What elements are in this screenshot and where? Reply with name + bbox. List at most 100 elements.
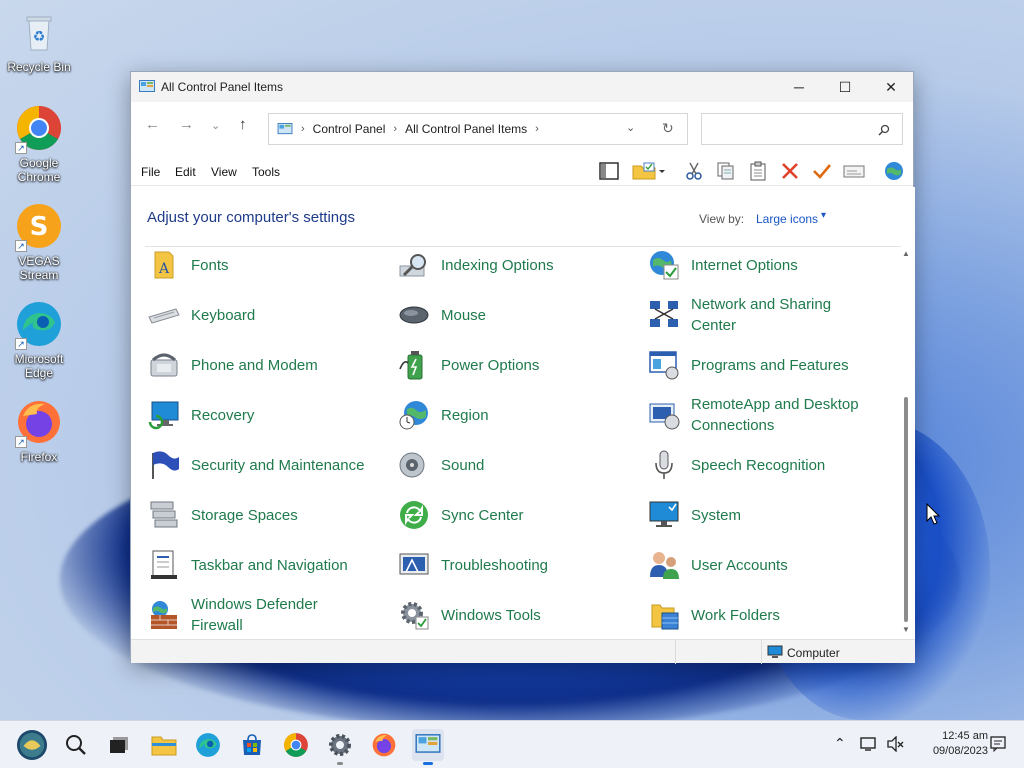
cp-item-mouse[interactable]: Mouse (397, 293, 486, 337)
security-maintenance-flag-icon (147, 448, 181, 482)
cp-item-taskbar-navigation[interactable]: Taskbar and Navigation (147, 543, 348, 587)
cp-item-programs-features[interactable]: Programs and Features (647, 343, 849, 387)
cp-item-power-options[interactable]: Power Options (397, 343, 539, 387)
back-arrow-icon[interactable]: ← (145, 116, 160, 133)
forward-arrow-icon[interactable]: → (179, 116, 194, 133)
cp-item-windows-tools[interactable]: Windows Tools (397, 593, 541, 637)
maximize-button[interactable]: ☐ (822, 72, 868, 102)
paste-icon[interactable] (746, 160, 770, 182)
cp-item-recovery[interactable]: Recovery (147, 393, 254, 437)
cp-item-fonts[interactable]: A Fonts (147, 243, 229, 287)
cp-item-defender-firewall[interactable]: Windows Defender Firewall (147, 593, 371, 637)
check-icon[interactable] (810, 160, 834, 182)
cp-item-sound[interactable]: Sound (397, 443, 484, 487)
cp-item-remoteapp[interactable]: RemoteApp and Desktop Connections (647, 393, 881, 437)
cp-item-indexing-options[interactable]: Indexing Options (397, 243, 554, 287)
breadcrumb-control-panel[interactable]: Control Panel (313, 122, 386, 136)
desktop-icon-label: Firefox (20, 450, 58, 464)
cp-item-internet-options[interactable]: Internet Options (647, 243, 798, 287)
cp-item-label: Internet Options (691, 256, 798, 274)
view-by-chevron-icon[interactable]: ▾ (821, 210, 826, 221)
cp-item-system[interactable]: System (647, 493, 741, 537)
cut-icon[interactable] (682, 160, 706, 182)
title-bar[interactable]: All Control Panel Items ─ ☐ ✕ (131, 72, 913, 102)
cp-item-user-accounts[interactable]: User Accounts (647, 543, 788, 587)
address-bar[interactable]: › Control Panel › All Control Panel Item… (268, 113, 688, 145)
network-icon[interactable] (860, 736, 878, 752)
store-icon[interactable] (236, 729, 268, 761)
cp-item-storage-spaces[interactable]: Storage Spaces (147, 493, 298, 537)
cp-item-speech-recognition[interactable]: Speech Recognition (647, 443, 825, 487)
delete-icon[interactable] (778, 160, 802, 182)
search-icon (878, 124, 890, 136)
search-input[interactable] (701, 113, 903, 145)
task-view-icon[interactable] (103, 729, 135, 761)
up-arrow-icon[interactable]: ↑ (239, 116, 247, 133)
control-panel-icon[interactable] (412, 729, 444, 765)
remoteapp-icon (647, 398, 681, 432)
chrome-icon: ↗ (15, 104, 63, 154)
notifications-icon[interactable] (990, 736, 1006, 752)
firefox-icon[interactable] (368, 729, 400, 761)
window-title: All Control Panel Items (161, 80, 284, 94)
start-icon[interactable] (16, 729, 48, 761)
desktop-icon-vegas-stream[interactable]: S ↗ VEGAS Stream (4, 202, 74, 282)
close-button[interactable]: ✕ (868, 72, 914, 102)
cp-item-network-sharing[interactable]: Network and Sharing Center (647, 293, 871, 337)
svg-text:A: A (158, 261, 170, 277)
menu-view[interactable]: View (211, 165, 237, 179)
cp-item-security-maintenance[interactable]: Security and Maintenance (147, 443, 364, 487)
layout-pane-icon[interactable] (597, 160, 621, 182)
menu-tools[interactable]: Tools (252, 165, 280, 179)
search-icon[interactable] (60, 729, 92, 761)
desktop-icon-recycle-bin[interactable]: ♻ Recycle Bin (4, 8, 74, 74)
breadcrumb-separator: › (535, 123, 539, 135)
cp-item-sync-center[interactable]: Sync Center (397, 493, 524, 537)
cp-item-label: User Accounts (691, 556, 788, 574)
menu-file[interactable]: File (141, 165, 160, 179)
address-row: ← → ⌄ ↑ › Control Panel › All Control Pa… (131, 102, 913, 156)
recent-locations-chevron-icon[interactable]: ⌄ (211, 119, 220, 132)
cp-item-region[interactable]: Region (397, 393, 489, 437)
breadcrumb-all-items[interactable]: All Control Panel Items (405, 122, 527, 136)
copy-icon[interactable] (714, 160, 738, 182)
edge-icon: ↗ (15, 300, 63, 350)
chrome-icon[interactable] (280, 729, 312, 761)
globe-icon[interactable] (882, 160, 906, 182)
cp-item-phone-modem[interactable]: Phone and Modem (147, 343, 318, 387)
show-hidden-icons-chevron-icon[interactable]: ⌃ (834, 735, 846, 752)
desktop-icon-edge[interactable]: ↗ Microsoft Edge (4, 300, 74, 380)
cp-item-keyboard[interactable]: Keyboard (147, 293, 255, 337)
scroll-up-arrow-icon[interactable]: ▲ (902, 249, 910, 258)
desktop-icon-label: Microsoft Edge (14, 352, 64, 380)
svg-text:♻: ♻ (33, 28, 46, 44)
vertical-scrollbar[interactable]: ▲ ▼ (899, 249, 913, 637)
volume-muted-icon[interactable] (886, 736, 904, 752)
programs-features-icon (647, 348, 681, 382)
cp-item-work-folders[interactable]: Work Folders (647, 593, 780, 637)
desktop-icon-chrome[interactable]: ↗ Google Chrome (4, 104, 74, 184)
sync-center-icon (397, 498, 431, 532)
cp-item-label: Work Folders (691, 606, 780, 624)
status-divider (675, 640, 676, 664)
breadcrumb-separator: › (301, 123, 305, 135)
folder-properties-icon[interactable] (631, 160, 667, 182)
refresh-icon[interactable]: ↻ (662, 120, 674, 137)
rename-icon[interactable] (842, 160, 866, 182)
menu-edit[interactable]: Edit (175, 165, 196, 179)
cp-item-label: Storage Spaces (191, 506, 298, 524)
scroll-down-arrow-icon[interactable]: ▼ (902, 625, 910, 634)
settings-icon[interactable] (324, 729, 356, 765)
cp-item-label: Sync Center (441, 506, 524, 524)
scroll-thumb[interactable] (904, 397, 908, 622)
address-dropdown-chevron-icon[interactable]: ⌄ (626, 121, 635, 134)
minimize-button[interactable]: ─ (776, 72, 822, 102)
cp-item-label: Mouse (441, 306, 487, 324)
system-clock[interactable]: 12:45 am 09/08/2023 (918, 729, 988, 759)
mouse-icon (397, 298, 431, 332)
view-by-dropdown[interactable]: Large icons (756, 212, 818, 226)
cp-item-troubleshooting[interactable]: Troubleshooting (397, 543, 548, 587)
file-explorer-icon[interactable] (148, 729, 180, 761)
edge-icon[interactable] (192, 729, 224, 761)
desktop-icon-firefox[interactable]: ↗ Firefox (4, 398, 74, 464)
